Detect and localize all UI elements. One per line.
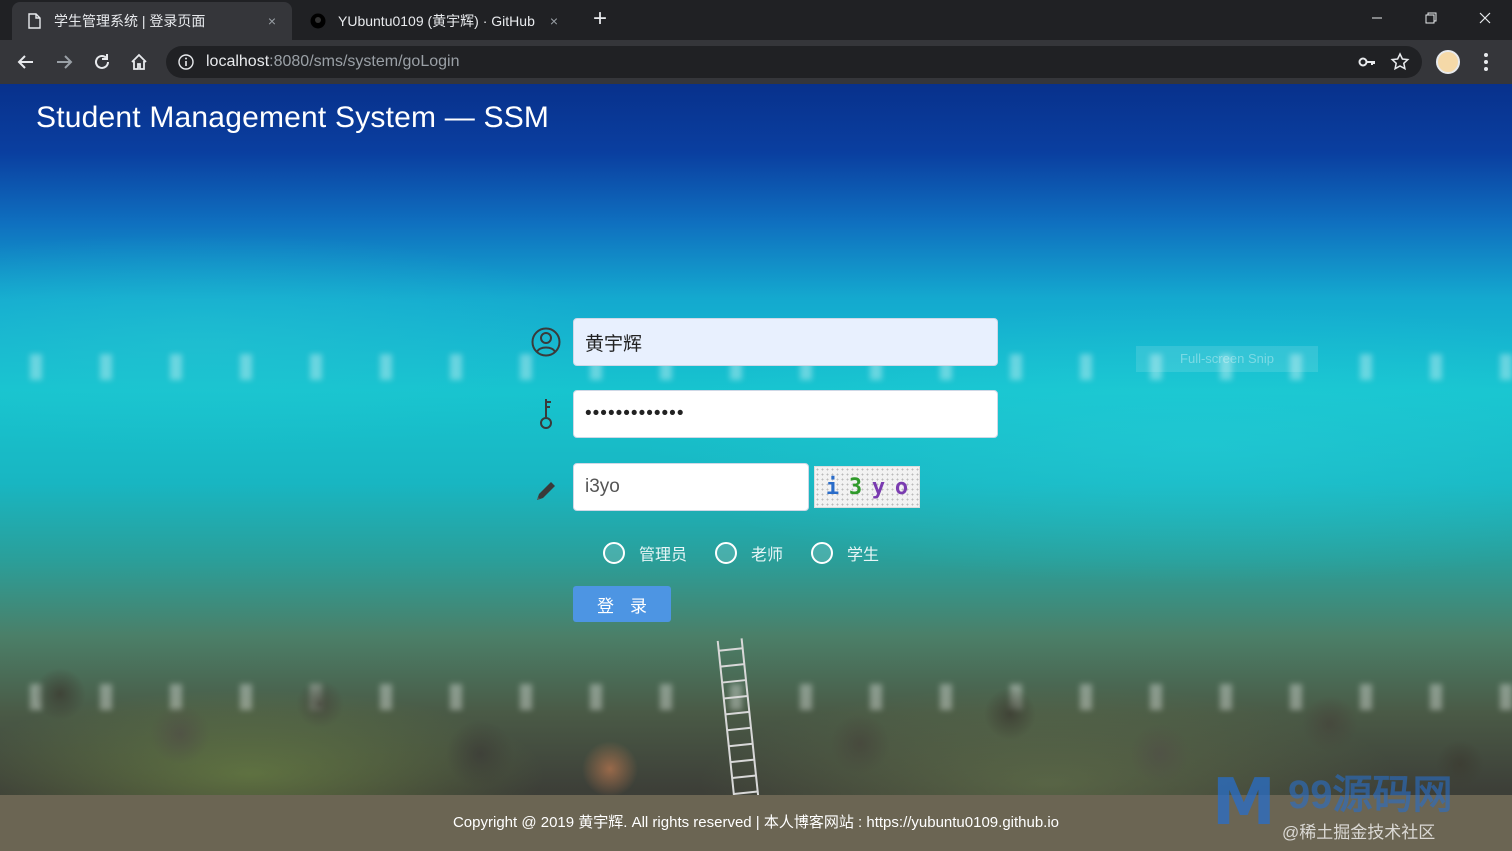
- address-bar[interactable]: localhost:8080/sms/system/goLogin: [166, 46, 1422, 78]
- role-label: 老师: [751, 547, 784, 564]
- tab-title: YUbuntu0109 (黄宇辉) · GitHub: [338, 13, 535, 29]
- url-path: :8080/sms/system/goLogin: [269, 53, 460, 70]
- close-icon[interactable]: ×: [544, 11, 564, 31]
- github-icon: [310, 13, 326, 29]
- forward-button[interactable]: [50, 48, 78, 76]
- username-input[interactable]: 黄宇辉: [573, 318, 998, 366]
- role-student-option[interactable]: 学生: [811, 541, 879, 565]
- role-label: 学生: [847, 547, 880, 564]
- window-close-button[interactable]: [1458, 0, 1512, 36]
- captcha-char: y: [871, 474, 886, 500]
- role-admin-option[interactable]: 管理员: [603, 541, 687, 565]
- captcha-char: o: [894, 474, 909, 500]
- minimize-button[interactable]: [1350, 0, 1404, 36]
- page-title: Student Management System — SSM: [36, 101, 550, 134]
- browser-toolbar: localhost:8080/sms/system/goLogin: [0, 40, 1512, 84]
- captcha-char: 3: [848, 474, 863, 500]
- url-host: localhost: [206, 53, 270, 70]
- watermark-logo: M 99源码网 @稀土掘金技术社区: [1212, 752, 1512, 842]
- info-icon[interactable]: [178, 54, 194, 70]
- url-text: localhost:8080/sms/system/goLogin: [206, 53, 459, 71]
- home-icon: [131, 53, 147, 70]
- reload-icon: [95, 54, 109, 69]
- role-label: 管理员: [639, 547, 688, 564]
- forward-arrow-icon: [57, 55, 73, 69]
- back-arrow-icon: [17, 55, 33, 69]
- role-teacher-option[interactable]: 老师: [715, 541, 783, 565]
- profile-avatar[interactable]: [1436, 50, 1460, 74]
- captcha-input[interactable]: i3yo: [573, 463, 809, 511]
- login-button[interactable]: 登录: [573, 586, 671, 622]
- tab-strip: 学生管理系统 | 登录页面 × YUbuntu0109 (黄宇辉) · GitH…: [0, 0, 1512, 40]
- home-button[interactable]: [125, 48, 153, 76]
- radio-button[interactable]: [811, 542, 834, 564]
- watermark-brand: 99源码网: [1288, 773, 1453, 817]
- captcha-image[interactable]: i 3 y o: [814, 466, 920, 508]
- role-radio-group: 管理员 老师 学生: [603, 539, 907, 567]
- close-icon[interactable]: ×: [262, 11, 282, 31]
- password-input[interactable]: •••••••••••••: [573, 390, 998, 438]
- new-tab-button[interactable]: +: [586, 6, 614, 34]
- watermark-sub: @稀土掘金技术社区: [1282, 823, 1436, 842]
- page-icon: [26, 13, 42, 29]
- key-icon[interactable]: [1358, 53, 1376, 71]
- user-icon: [530, 326, 562, 358]
- tab-login-page[interactable]: 学生管理系统 | 登录页面 ×: [12, 2, 292, 40]
- radio-button[interactable]: [603, 542, 625, 564]
- watermark-m-logo: M: [1212, 766, 1276, 840]
- reload-button[interactable]: [88, 48, 116, 76]
- menu-icon[interactable]: [1476, 50, 1496, 74]
- restore-button[interactable]: [1404, 0, 1458, 36]
- password-key-icon: [530, 398, 562, 430]
- captcha-char: i: [825, 474, 840, 500]
- login-page: Student Management System — SSM 黄宇辉 ••••…: [0, 84, 1512, 851]
- pencil-icon: [530, 475, 562, 507]
- back-button[interactable]: [12, 48, 40, 76]
- star-icon[interactable]: [1390, 52, 1410, 72]
- radio-button[interactable]: [715, 542, 738, 564]
- tab-github[interactable]: YUbuntu0109 (黄宇辉) · GitHub ×: [296, 2, 574, 40]
- tab-title: 学生管理系统 | 登录页面: [54, 13, 206, 29]
- snip-overlay-text: Full-screen Snip: [1136, 346, 1318, 372]
